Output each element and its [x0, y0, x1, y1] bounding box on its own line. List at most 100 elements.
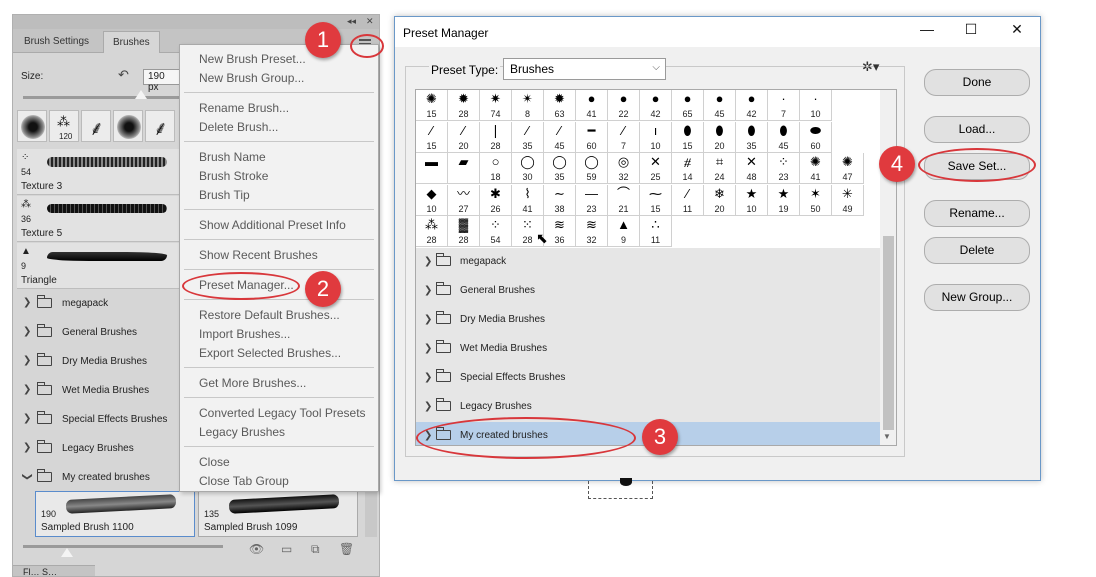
menu-item-rename-brush[interactable]: Rename Brush... [199, 101, 289, 115]
menu-item-brush-name[interactable]: Brush Name [199, 150, 266, 164]
tab-brushes[interactable]: Brushes [103, 31, 160, 53]
brush-thumbnail[interactable]: ⌒ 21 [608, 184, 640, 216]
menu-item-converted-legacy-tool-presets[interactable]: Converted Legacy Tool Presets [199, 406, 366, 420]
brush-thumbnail[interactable]: ▬ [416, 153, 448, 185]
new-group-icon[interactable]: ▭ [281, 542, 292, 556]
brush-thumbnail[interactable]: ❘ 28 [480, 121, 512, 153]
menu-item-show-additional-preset-info[interactable]: Show Additional Preset Info [199, 218, 346, 232]
panel-scrollbar[interactable] [365, 491, 377, 537]
done-button[interactable]: Done [924, 69, 1030, 96]
size-input[interactable]: 190 px [143, 69, 183, 93]
brush-thumbnail[interactable]: ⁄ 15 [416, 121, 448, 153]
chevron-right-icon[interactable]: ❯ [424, 372, 432, 383]
scroll-down-icon[interactable]: ▼ [883, 432, 891, 441]
chevron-right-icon[interactable]: ❯ [424, 343, 432, 354]
brush-thumbnail[interactable]: ⬬ 60 [800, 121, 832, 153]
menu-item-import-brushes[interactable]: Import Brushes... [199, 327, 290, 341]
brush-thumbnail[interactable]: ⁂ 28 [416, 216, 448, 248]
brush-thumbnail[interactable]: ✺ 15 [416, 90, 448, 121]
brush-thumbnail[interactable]: ı 10 [640, 121, 672, 153]
brush-thumbnail[interactable]: ✳ 49 [832, 184, 864, 216]
menu-item-show-recent-brushes[interactable]: Show Recent Brushes [199, 248, 318, 262]
close-panel-icon[interactable]: ✕ [366, 16, 374, 27]
brush-thumbnail[interactable]: · 7 [768, 90, 800, 121]
brush-thumbnail[interactable]: ✕ 25 [640, 153, 672, 185]
new-brush-icon[interactable]: ⧉ [311, 542, 320, 557]
rename-button[interactable]: Rename... [924, 200, 1030, 227]
load-button[interactable]: Load... [924, 116, 1030, 143]
brush-thumbnail[interactable]: ✺ 47 [832, 153, 864, 185]
brush-thumbnail[interactable]: ✱ 26 [480, 184, 512, 216]
brush-thumbnail[interactable]: ✺ 41 [800, 153, 832, 185]
chevron-right-icon[interactable]: ❯ [23, 297, 31, 308]
brush-thumbnail[interactable]: ⁄ 20 [448, 121, 480, 153]
delete-button[interactable]: Delete [924, 237, 1030, 264]
scrollbar-thumb[interactable] [883, 236, 894, 430]
folder-special-effects-brushes[interactable]: ❯ Special Effects Brushes [416, 364, 880, 393]
brush-thumbnail[interactable]: ≋ 36 [544, 216, 576, 248]
size-slider-thumb[interactable] [135, 90, 147, 99]
brush-thumbnail[interactable]: ⬮ 35 [736, 121, 768, 153]
preview-size-thumb[interactable] [61, 548, 73, 557]
folder-megapack[interactable]: ❯ megapack [416, 248, 880, 277]
brush-thumbnail[interactable]: ❄ 20 [704, 184, 736, 216]
menu-item-delete-brush[interactable]: Delete Brush... [199, 120, 278, 134]
maximize-icon[interactable]: ☐ [957, 21, 985, 41]
brush-thumbnail[interactable]: ⁘ 23 [768, 153, 800, 185]
brush-thumbnail[interactable]: ✕ 48 [736, 153, 768, 185]
new-group-button[interactable]: New Group... [924, 284, 1030, 311]
collapse-panel-icon[interactable]: ◂◂ [347, 16, 356, 27]
bottom-panel-tab[interactable]: Fl… S… [13, 565, 95, 576]
brush-thumbnail[interactable]: ▰ [448, 153, 480, 185]
brush-thumbnail[interactable]: ◯ 35 [544, 153, 576, 185]
brush-thumbnail[interactable]: ⌗ 24 [704, 153, 736, 185]
brush-thumbnail[interactable]: ⁄ 7 [608, 121, 640, 153]
brush-thumbnail[interactable]: — 23 [576, 184, 608, 216]
brush-thumbnail[interactable]: ⬮ 20 [704, 121, 736, 153]
brush-thumbnail[interactable]: ◯ 30 [512, 153, 544, 185]
preview-size-slider[interactable] [23, 545, 223, 548]
brush-thumbnail[interactable]: ★ 10 [736, 184, 768, 216]
brush-tip-leaf-2[interactable]: ⸙ [145, 110, 175, 142]
brush-thumbnail[interactable]: ● 42 [736, 90, 768, 121]
brush-thumbnail[interactable]: ∴ 11 [640, 216, 672, 248]
sampled-brush-tile[interactable]: 135 Sampled Brush 1099 [198, 491, 358, 537]
chevron-right-icon[interactable]: ❯ [424, 314, 432, 325]
brush-thumbnail[interactable]: ⁓ 15 [640, 184, 672, 216]
brush-thumbnail[interactable]: ⬮ 45 [768, 121, 800, 153]
brush-thumbnail[interactable]: ⁄ 45 [544, 121, 576, 153]
brush-thumbnail[interactable]: ⁘ 54 [480, 216, 512, 248]
brush-thumbnail[interactable]: · 10 [800, 90, 832, 121]
brush-thumbnail[interactable]: ⁄ 35 [512, 121, 544, 153]
brush-thumbnail[interactable]: ✶ 50 [800, 184, 832, 216]
chevron-right-icon[interactable]: ❯ [424, 285, 432, 296]
dialog-titlebar[interactable]: Preset Manager — ☐ ✕ [395, 17, 1040, 47]
brush-thumbnail[interactable]: ∼ 38 [544, 184, 576, 216]
brush-thumbnail[interactable]: ⌇ 41 [512, 184, 544, 216]
chevron-right-icon[interactable]: ❯ [23, 326, 31, 337]
menu-item-close[interactable]: Close [199, 455, 230, 469]
brush-thumbnail[interactable]: ● 41 [576, 90, 608, 121]
sampled-brush-tile[interactable]: 190 Sampled Brush 1100 [35, 491, 195, 537]
menu-item-brush-stroke[interactable]: Brush Stroke [199, 169, 268, 183]
folder-wet-media-brushes[interactable]: ❯ Wet Media Brushes [416, 335, 880, 364]
brush-tip-120[interactable]: ⁂ 120 [49, 110, 79, 142]
preset-type-select[interactable]: Brushes ⌵ [503, 58, 666, 80]
menu-item-new-brush-preset[interactable]: New Brush Preset... [199, 52, 306, 66]
brush-thumbnail[interactable]: ▲ 9 [608, 216, 640, 248]
brush-tip-soft-round-2[interactable] [113, 110, 143, 142]
brush-thumbnail[interactable]: ✹ 63 [544, 90, 576, 121]
chevron-right-icon[interactable]: ❯ [23, 442, 31, 453]
menu-item-close-tab-group[interactable]: Close Tab Group [199, 474, 289, 488]
brush-thumbnail[interactable]: ★ 19 [768, 184, 800, 216]
menu-item-legacy-brushes[interactable]: Legacy Brushes [199, 425, 285, 439]
chevron-right-icon[interactable]: ❯ [23, 413, 31, 424]
brush-thumbnail[interactable]: ○ 18 [480, 153, 512, 185]
brush-thumbnail[interactable]: ≋ 32 [576, 216, 608, 248]
close-icon[interactable]: ✕ [1003, 21, 1031, 41]
chevron-right-icon[interactable]: ❯ [23, 355, 31, 366]
menu-item-brush-tip[interactable]: Brush Tip [199, 188, 250, 202]
reset-size-icon[interactable]: ↶ [118, 67, 129, 83]
preset-list-scrollbar[interactable]: ▼ [880, 90, 896, 445]
chevron-down-icon[interactable]: ❯ [22, 473, 33, 481]
